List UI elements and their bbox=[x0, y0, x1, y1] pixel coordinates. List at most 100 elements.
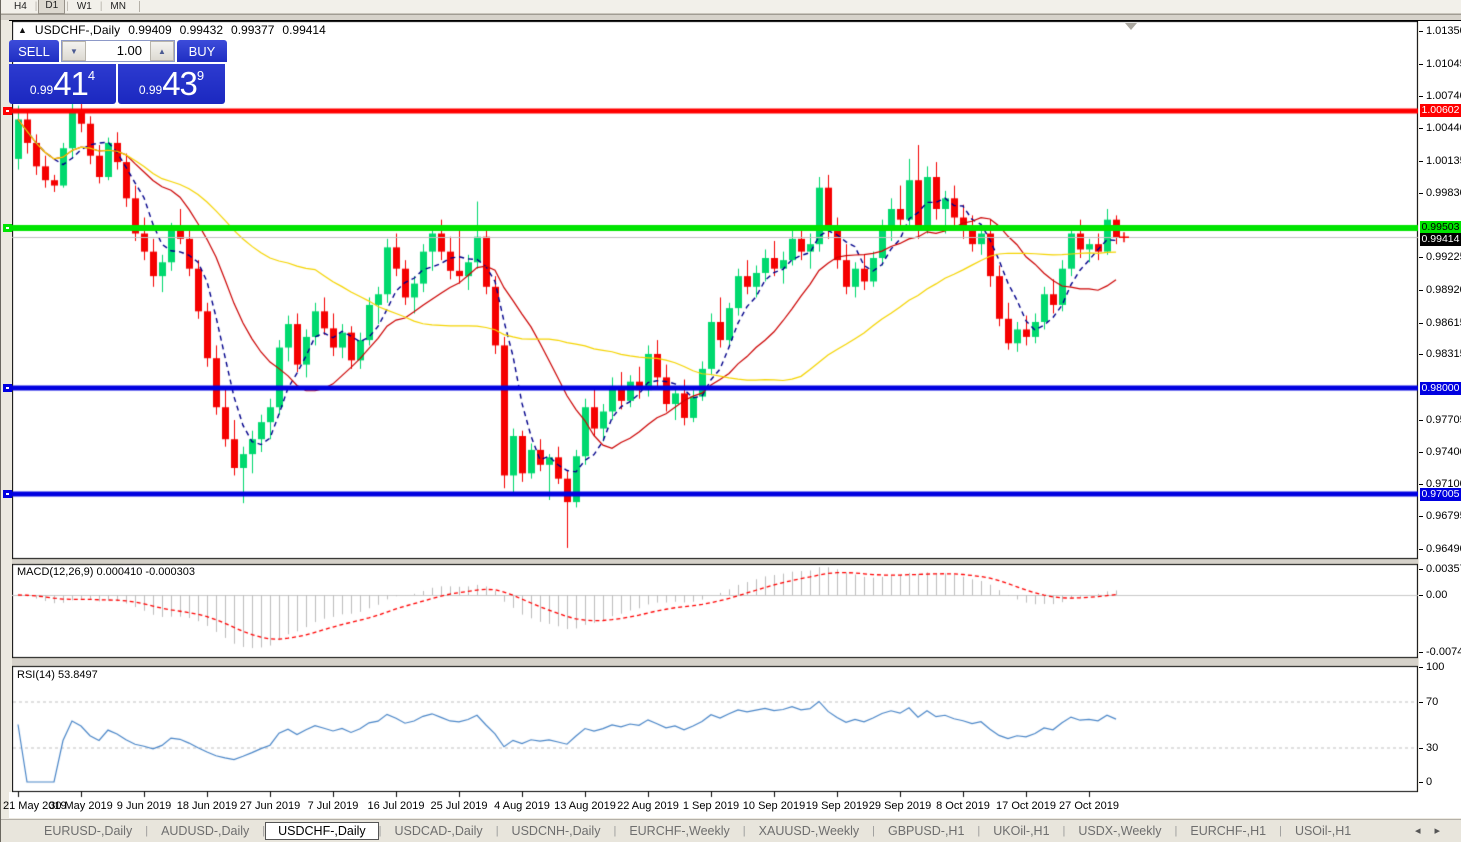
price-axis-tickmark bbox=[1419, 516, 1423, 517]
chart-symbol-label: USDCHF-,Daily bbox=[35, 23, 120, 37]
chart-tab-usdcnh-daily[interactable]: USDCNH-,Daily bbox=[499, 822, 614, 840]
timeframe-button-w1[interactable]: W1 bbox=[70, 0, 99, 13]
chart-tab-usdx-weekly[interactable]: USDX-,Weekly bbox=[1065, 822, 1174, 840]
timeframe-separator: | bbox=[66, 1, 69, 12]
macd-label: MACD(12,26,9) 0.000410 -0.000303 bbox=[17, 566, 195, 578]
time-axis-label: 30 May 2019 bbox=[49, 800, 113, 812]
tab-scroll-arrows[interactable]: ◂▸ bbox=[1415, 824, 1454, 837]
time-axis-label: 13 Aug 2019 bbox=[554, 800, 616, 812]
price-axis-tick: 0.99830 bbox=[1426, 187, 1461, 199]
macd-axis-tickmark bbox=[1419, 595, 1423, 596]
volume-increase-icon[interactable]: ▲ bbox=[150, 41, 174, 61]
price-axis-tickmark bbox=[1419, 323, 1423, 324]
price-level-tag: 0.98000 bbox=[1420, 382, 1461, 395]
time-axis-label: 25 Jul 2019 bbox=[431, 800, 488, 812]
time-axis-label: 29 Sep 2019 bbox=[869, 800, 931, 812]
price-level-tag: 1.00602 bbox=[1420, 104, 1461, 117]
price-axis-tick: 0.96490 bbox=[1426, 543, 1461, 555]
price-axis-tickmark bbox=[1419, 257, 1423, 258]
rsi-axis-tick: 30 bbox=[1426, 742, 1438, 754]
chart-tab-usoil-h1[interactable]: USOil-,H1 bbox=[1282, 822, 1364, 840]
one-click-trading-panel: SELL ▼ 1.00 ▲ BUY 0.99414 0.99439 bbox=[9, 40, 227, 104]
ohlc-open: 0.99409 bbox=[128, 23, 171, 37]
hline-anchor-marker[interactable] bbox=[3, 384, 12, 392]
chart-tab-usdchf-daily[interactable]: USDCHF-,Daily bbox=[265, 822, 379, 840]
time-axis-label: 16 Jul 2019 bbox=[368, 800, 425, 812]
sell-button[interactable]: SELL bbox=[9, 40, 59, 62]
chart-tab-eurchf-h1[interactable]: EURCHF-,H1 bbox=[1177, 822, 1279, 840]
price-axis-tickmark bbox=[1419, 193, 1423, 194]
time-axis-label: 4 Aug 2019 bbox=[494, 800, 550, 812]
price-axis-tickmark bbox=[1419, 290, 1423, 291]
price-axis-tick: 1.00135 bbox=[1426, 155, 1461, 167]
toolbar-separator bbox=[139, 1, 140, 12]
timeframe-toolbar: H4|D1|W1|MN bbox=[1, 0, 1461, 14]
chart-tab-gbpusd-h1[interactable]: GBPUSD-,H1 bbox=[875, 822, 977, 840]
buy-button[interactable]: BUY bbox=[177, 40, 227, 62]
buy-price-panel[interactable]: 0.99439 bbox=[118, 64, 225, 104]
price-axis-tickmark bbox=[1419, 354, 1423, 355]
macd-axis-tick: 0.003574 bbox=[1426, 563, 1461, 575]
time-axis-label: 7 Jul 2019 bbox=[308, 800, 359, 812]
price-level-tag: 0.97005 bbox=[1420, 488, 1461, 501]
volume-decrease-icon[interactable]: ▼ bbox=[62, 41, 86, 61]
volume-stepper: ▼ 1.00 ▲ bbox=[61, 40, 175, 62]
macd-axis-tick: -0.00749 bbox=[1426, 646, 1461, 658]
hline-anchor-marker[interactable] bbox=[3, 107, 12, 115]
rsi-axis-tickmark bbox=[1419, 702, 1423, 703]
buy-price-pip: 9 bbox=[197, 64, 204, 83]
price-axis-tick: 0.96795 bbox=[1426, 510, 1461, 522]
sell-price-pip: 4 bbox=[88, 64, 95, 83]
timeframe-button-h4[interactable]: H4 bbox=[7, 0, 34, 13]
symbol-triangle-icon: ▲ bbox=[18, 25, 27, 35]
timeframe-button-d1[interactable]: D1 bbox=[38, 0, 65, 14]
chart-tab-audusd-daily[interactable]: AUDUSD-,Daily bbox=[148, 822, 262, 840]
hline-anchor-marker[interactable] bbox=[3, 224, 12, 232]
tab-scroll-left-icon: ◂ bbox=[1415, 825, 1435, 837]
price-axis-tick: 0.97400 bbox=[1426, 446, 1461, 458]
time-axis-label: 19 Sep 2019 bbox=[806, 800, 868, 812]
rsi-axis-tickmark bbox=[1419, 782, 1423, 783]
chart-tab-eurusd-daily[interactable]: EURUSD-,Daily bbox=[31, 822, 145, 840]
sell-price-big: 41 bbox=[53, 65, 88, 103]
sell-price-panel[interactable]: 0.99414 bbox=[9, 64, 116, 104]
chart-tab-eurchf-weekly[interactable]: EURCHF-,Weekly bbox=[616, 822, 742, 840]
price-axis-tickmark bbox=[1419, 549, 1423, 550]
rsi-axis-tick: 100 bbox=[1426, 661, 1444, 673]
price-axis-tick: 1.01350 bbox=[1426, 25, 1461, 37]
chart-tab-xauusd-weekly[interactable]: XAUUSD-,Weekly bbox=[746, 822, 872, 840]
price-axis-tick: 1.01045 bbox=[1426, 58, 1461, 70]
price-axis-tickmark bbox=[1419, 64, 1423, 65]
sell-price-prefix: 0.99 bbox=[30, 83, 53, 104]
buy-price-prefix: 0.99 bbox=[139, 83, 162, 104]
price-axis-tick: 0.98920 bbox=[1426, 284, 1461, 296]
macd-axis-tick: 0.00 bbox=[1426, 589, 1447, 601]
rsi-label: RSI(14) 53.8497 bbox=[17, 669, 98, 681]
time-axis-label: 9 Jun 2019 bbox=[117, 800, 171, 812]
time-axis-label: 1 Sep 2019 bbox=[683, 800, 739, 812]
chart-tab-ukoil-h1[interactable]: UKOil-,H1 bbox=[980, 822, 1062, 840]
chart-tab-usdcad-daily[interactable]: USDCAD-,Daily bbox=[381, 822, 495, 840]
ohlc-low: 0.99377 bbox=[231, 23, 274, 37]
volume-value[interactable]: 1.00 bbox=[86, 41, 150, 61]
timeframe-separator: | bbox=[35, 1, 38, 12]
chart-shift-marker-icon[interactable] bbox=[1125, 23, 1137, 30]
hline-anchor-marker[interactable] bbox=[3, 490, 12, 498]
time-axis-label: 10 Sep 2019 bbox=[743, 800, 805, 812]
price-axis-tickmark bbox=[1419, 452, 1423, 453]
macd-axis-tickmark bbox=[1419, 569, 1423, 570]
ohlc-high: 0.99432 bbox=[180, 23, 223, 37]
price-chart-canvas[interactable] bbox=[12, 21, 1418, 800]
rsi-axis-tickmark bbox=[1419, 667, 1423, 668]
price-axis-tick: 1.00740 bbox=[1426, 90, 1461, 102]
timeframe-button-mn[interactable]: MN bbox=[103, 0, 133, 13]
price-axis-tickmark bbox=[1419, 31, 1423, 32]
price-axis-tickmark bbox=[1419, 96, 1423, 97]
rsi-axis-tick: 0 bbox=[1426, 776, 1432, 788]
mt4-window: H4|D1|W1|MN ▲ USDCHF-,Daily 0.99409 0.99… bbox=[0, 0, 1461, 842]
chart-top-border bbox=[9, 20, 1461, 21]
time-axis-label: 8 Oct 2019 bbox=[936, 800, 990, 812]
price-axis-tick: 0.98615 bbox=[1426, 317, 1461, 329]
chart-tab-bar: EURUSD-,Daily|AUDUSD-,Daily|USDCHF-,Dail… bbox=[1, 819, 1461, 842]
price-axis-tickmark bbox=[1419, 161, 1423, 162]
